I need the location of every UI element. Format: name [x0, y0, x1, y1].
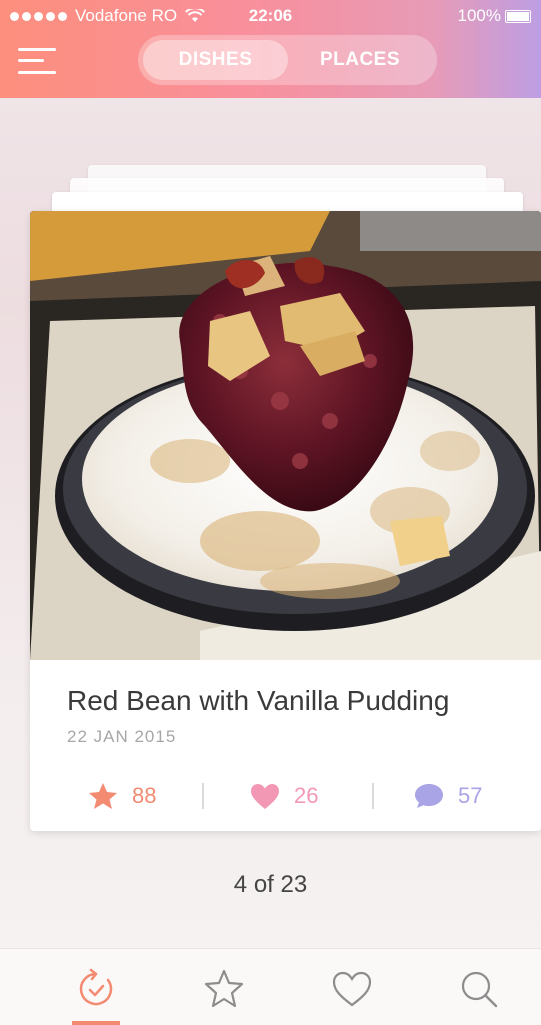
comment-count: 57 [458, 783, 483, 808]
comment-icon [415, 784, 443, 808]
tab-favorites-star[interactable] [202, 967, 246, 1011]
search-icon [461, 971, 498, 1008]
dish-title: Red Bean with Vanilla Pudding [67, 685, 450, 716]
rating-stat[interactable]: 88 [88, 771, 156, 821]
active-tab-indicator [72, 1021, 120, 1025]
star-icon [204, 969, 244, 1008]
star-icon [89, 783, 117, 809]
dish-card[interactable]: Red Bean with Vanilla Pudding 22 JAN 201… [30, 211, 541, 831]
hamburger-menu-icon[interactable] [18, 46, 56, 76]
heart-icon [332, 971, 372, 1007]
refresh-icon [79, 968, 113, 1006]
battery-percent: 100% [457, 6, 501, 25]
battery-group: 100% [458, 6, 531, 26]
header: Vodafone RO 22:06 100% DISHES PLACES [0, 0, 541, 98]
tab-search[interactable] [457, 967, 501, 1011]
dish-photo [30, 211, 541, 660]
stat-divider [372, 783, 374, 809]
card-stats: 88 26 57 [30, 771, 541, 821]
tab-places[interactable]: PLACES [288, 40, 432, 80]
dish-date: 22 JAN 2015 [67, 727, 177, 746]
status-bar: Vodafone RO 22:06 100% [0, 0, 541, 30]
tab-recent[interactable] [74, 967, 118, 1011]
battery-icon [505, 9, 531, 23]
heart-icon [251, 783, 279, 809]
segmented-control: DISHES PLACES [138, 35, 437, 85]
stat-divider [202, 783, 204, 809]
page-indicator: 4 of 23 [233, 871, 308, 898]
bottom-tab-bar [0, 948, 541, 1025]
comment-stat[interactable]: 57 [414, 771, 482, 821]
rating-count: 88 [132, 783, 157, 808]
favorite-stat[interactable]: 26 [250, 771, 318, 821]
favorite-count: 26 [294, 783, 319, 808]
tab-dishes[interactable]: DISHES [143, 40, 288, 80]
tab-likes[interactable] [330, 967, 374, 1011]
